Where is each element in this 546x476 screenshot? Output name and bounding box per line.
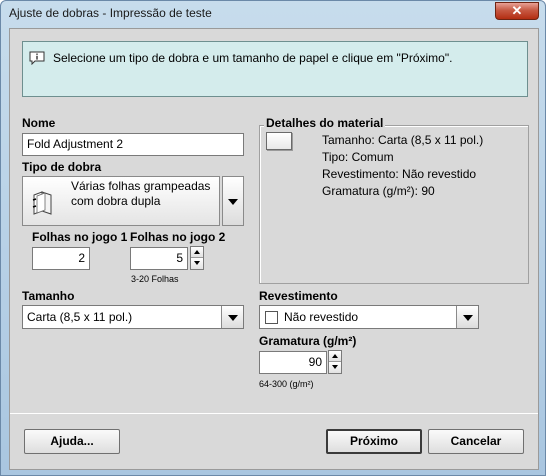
material-coating: Revestimento: Não revestido: [322, 167, 477, 181]
instruction-panel: Selecione um tipo de dobra e um tamanho …: [22, 41, 528, 97]
size-label: Tamanho: [22, 289, 75, 303]
arrow-down-icon: [332, 365, 338, 369]
material-details-title: Detalhes do material: [264, 116, 386, 130]
cancel-button[interactable]: Cancelar: [428, 429, 524, 454]
weight-label: Gramatura (g/m²): [259, 334, 357, 348]
fold-type-value: Várias folhas grampeadas com dobra dupla: [71, 179, 211, 208]
fold-type-display[interactable]: Várias folhas grampeadas com dobra dupla: [22, 176, 220, 226]
dialog-body: Selecione um tipo de dobra e um tamanho …: [9, 28, 539, 470]
footer-separator: [10, 413, 538, 414]
weight-decrement[interactable]: [329, 362, 341, 373]
chevron-down-icon: [228, 199, 238, 205]
close-button[interactable]: ✕: [495, 2, 539, 20]
coating-dropdown[interactable]: Não revestido: [259, 305, 479, 329]
sheets-set1-input[interactable]: 2: [32, 247, 90, 270]
chevron-down-icon: [227, 315, 238, 321]
coating-label: Revestimento: [259, 289, 338, 303]
window-title: Ajuste de dobras - Impressão de teste: [9, 6, 212, 20]
sheets-set2-decrement[interactable]: [191, 258, 203, 269]
fold-type-dropdown[interactable]: Várias folhas grampeadas com dobra dupla: [22, 176, 244, 226]
help-button[interactable]: Ajuda...: [24, 429, 120, 454]
weight-range: 64-300 (g/m²): [259, 379, 314, 389]
coating-dropdown-button[interactable]: [456, 306, 478, 328]
name-label: Nome: [22, 116, 56, 130]
material-details-group: [259, 125, 529, 284]
arrow-up-icon: [194, 250, 200, 254]
chevron-down-icon: [462, 315, 473, 321]
stapled-sheets-icon: [32, 191, 52, 215]
name-input[interactable]: Fold Adjustment 2: [22, 133, 244, 156]
dialog-window: Ajuste de dobras - Impressão de teste ✕ …: [0, 0, 546, 476]
material-type: Tipo: Comum: [322, 150, 394, 164]
instruction-text: Selecione um tipo de dobra e um tamanho …: [53, 51, 453, 65]
fold-type-label: Tipo de dobra: [22, 160, 102, 174]
sheets-set2-input[interactable]: 5: [130, 247, 188, 270]
weight-spinner[interactable]: [328, 350, 342, 374]
material-size: Tamanho: Carta (8,5 x 11 pol.): [322, 133, 484, 147]
material-weight: Gramatura (g/m²): 90: [322, 184, 435, 198]
sheets-set2-spinner[interactable]: [190, 246, 204, 270]
size-dropdown-button[interactable]: [221, 306, 243, 328]
fold-type-dropdown-button[interactable]: [222, 176, 244, 226]
title-bar: Ajuste de dobras - Impressão de teste ✕: [1, 1, 545, 25]
sheets-set2-increment[interactable]: [191, 247, 203, 258]
arrow-down-icon: [194, 261, 200, 265]
sheets-set2-label: Folhas no jogo 2: [130, 230, 226, 244]
weight-input[interactable]: 90: [259, 351, 327, 374]
next-button[interactable]: Próximo: [326, 429, 422, 454]
coating-value: Não revestido: [284, 310, 359, 324]
size-value: Carta (8,5 x 11 pol.): [27, 310, 133, 324]
coating-checkbox-icon: [265, 311, 278, 324]
speech-info-icon: [29, 51, 45, 65]
paper-swatch: [266, 132, 292, 150]
sheets-set2-range: 3-20 Folhas: [131, 274, 179, 284]
arrow-up-icon: [332, 354, 338, 358]
size-dropdown[interactable]: Carta (8,5 x 11 pol.): [22, 305, 244, 329]
weight-increment[interactable]: [329, 351, 341, 362]
sheets-set1-label: Folhas no jogo 1: [32, 230, 128, 244]
